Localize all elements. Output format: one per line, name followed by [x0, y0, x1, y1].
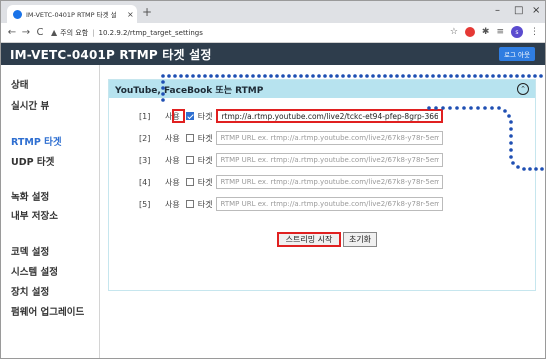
browser-tab-strip: IM-VETC-0401P RTMP 타겟 설 × + – □ × [1, 1, 545, 23]
warning-icon: ▲ [51, 28, 58, 37]
rtmp-url-input-4[interactable] [216, 175, 444, 189]
target-label: 타겟 [197, 199, 213, 209]
sidebar: 상태 실시간 뷰 RTMP 타겟 UDP 타겟 녹화 설정 내부 저장소 코덱 … [1, 65, 100, 358]
browser-tab-title: IM-VETC-0401P RTMP 타겟 설 [26, 11, 117, 19]
target-label: 타겟 [197, 111, 213, 121]
rtmp-url-input-2[interactable] [216, 131, 444, 145]
target-label: 타겟 [197, 177, 213, 187]
main-content: YouTube, FaceBook 또는 RTMP ⌃ [1] 사용 타겟 [2… [100, 65, 545, 358]
checkbox-highlight [172, 109, 185, 123]
target-row-3: [3] 사용 타겟 [139, 153, 444, 167]
tab-close-icon[interactable]: × [127, 10, 134, 19]
enable-label: 사용 [165, 199, 180, 209]
row-index: [4] [139, 177, 151, 187]
reset-button[interactable]: 초기화 [343, 232, 377, 247]
back-icon[interactable]: ← [5, 27, 19, 38]
reload-icon[interactable]: C [33, 27, 47, 38]
rtmp-url-input-5[interactable] [216, 197, 444, 211]
url-separator: | [92, 28, 95, 37]
enable-checkbox-5[interactable] [185, 200, 194, 208]
sidebar-item-udp-target[interactable]: UDP 타겟 [11, 154, 54, 168]
sidebar-item-recording-settings[interactable]: 녹화 설정 [11, 189, 49, 203]
sidebar-item-codec-settings[interactable]: 코덱 설정 [11, 244, 49, 258]
page-title: IM-VETC-0401P RTMP 타겟 설정 [10, 47, 212, 62]
row-index: [2] [139, 133, 151, 143]
browser-address-bar: ← → C ▲ 주의 요함 | 10.2.9.2/rtmp_target_set… [1, 23, 545, 43]
enable-checkbox-3[interactable] [185, 156, 194, 164]
panel-header: YouTube, FaceBook 또는 RTMP ⌃ [109, 80, 535, 98]
url-field[interactable]: ▲ 주의 요함 | 10.2.9.2/rtmp_target_settings [51, 28, 203, 38]
enable-label: 사용 [165, 155, 180, 165]
new-tab-button[interactable]: + [142, 5, 152, 19]
enable-checkbox-2[interactable] [185, 134, 194, 142]
rtmp-target-panel: YouTube, FaceBook 또는 RTMP ⌃ [1] 사용 타겟 [2… [108, 79, 536, 291]
logout-button[interactable]: 로그 아웃 [499, 47, 535, 61]
browser-tab[interactable]: IM-VETC-0401P RTMP 타겟 설 × [7, 5, 137, 23]
sidebar-item-system-settings[interactable]: 시스템 설정 [11, 264, 58, 278]
target-label: 타겟 [197, 155, 213, 165]
minimize-icon[interactable]: – [495, 5, 500, 16]
browser-menu-icon[interactable]: ⋮ [530, 27, 539, 37]
extensions-puzzle-icon[interactable]: ✱ [482, 27, 490, 37]
panel-title: YouTube, FaceBook 또는 RTMP [115, 85, 264, 96]
extension-red-icon[interactable] [464, 27, 475, 37]
sidebar-item-status[interactable]: 상태 [11, 77, 28, 91]
sidebar-item-live-view[interactable]: 실시간 뷰 [11, 98, 49, 112]
target-row-5: [5] 사용 타겟 [139, 197, 444, 211]
enable-label: 사용 [165, 133, 180, 143]
enable-checkbox-1[interactable] [185, 112, 194, 120]
close-window-icon[interactable]: × [532, 5, 540, 16]
bookmark-star-icon[interactable]: ☆ [450, 27, 458, 37]
target-row-2: [2] 사용 타겟 [139, 131, 444, 145]
enable-checkbox-4[interactable] [185, 178, 194, 186]
extension-toolbar: ☆ ✱ ≡ s ⋮ [450, 26, 539, 38]
start-streaming-button[interactable]: 스트리밍 시작 [277, 232, 341, 247]
rtmp-url-input-3[interactable] [216, 153, 444, 167]
sidebar-item-rtmp-target[interactable]: RTMP 타겟 [11, 134, 62, 148]
target-label: 타겟 [197, 133, 213, 143]
profile-avatar[interactable]: s [511, 26, 523, 38]
security-warning-text: 주의 요함 [60, 28, 89, 37]
sidebar-item-firmware-upgrade[interactable]: 펌웨어 업그레이드 [11, 304, 84, 318]
media-control-icon[interactable]: ≡ [496, 27, 504, 37]
row-index: [5] [139, 199, 151, 209]
sidebar-item-internal-storage[interactable]: 내부 저장소 [11, 208, 58, 222]
url-text: 10.2.9.2/rtmp_target_settings [98, 28, 203, 37]
enable-label: 사용 [165, 177, 180, 187]
app-header: IM-VETC-0401P RTMP 타겟 설정 로그 아웃 [1, 43, 545, 65]
collapse-chevron-up-icon[interactable]: ⌃ [517, 83, 529, 95]
forward-icon[interactable]: → [19, 27, 33, 38]
site-favicon-icon [13, 9, 22, 19]
rtmp-url-input-1[interactable] [216, 109, 444, 123]
row-index: [3] [139, 155, 151, 165]
maximize-icon[interactable]: □ [514, 5, 523, 16]
sidebar-item-device-settings[interactable]: 장치 설정 [11, 284, 49, 298]
target-row-4: [4] 사용 타겟 [139, 175, 444, 189]
row-index: [1] [139, 111, 151, 121]
